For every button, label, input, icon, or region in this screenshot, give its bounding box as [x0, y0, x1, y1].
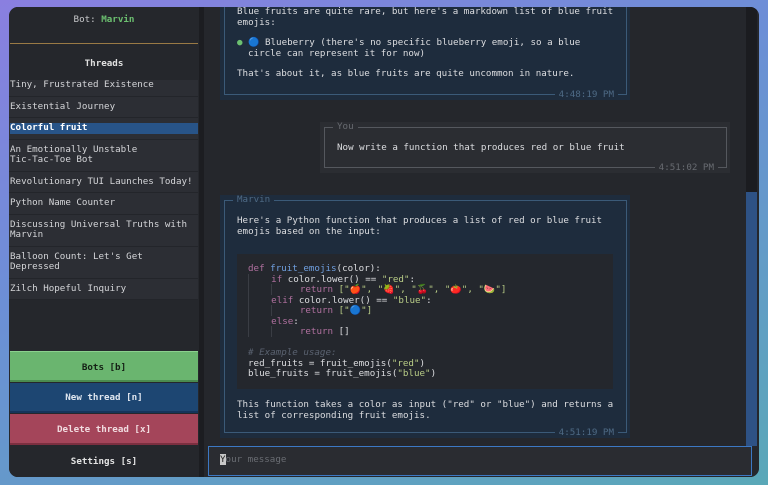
divider	[10, 43, 198, 44]
bot-indicator: Bot: Marvin	[73, 14, 135, 25]
new-thread-button[interactable]: New thread [n]	[10, 383, 198, 413]
thread-item[interactable]: Tiny, Frustrated Existence	[9, 79, 198, 97]
message-author: You	[333, 121, 358, 133]
message-marvin: 4:48:19 PM Blue fruits are quite rare, b…	[220, 7, 630, 100]
message-marvin: Marvin 4:51:19 PM Here's a Python functio…	[220, 194, 630, 438]
message-text: Here's a Python function that produces a…	[237, 215, 603, 237]
threads-heading: Threads	[84, 58, 124, 69]
app-window: Bot: Marvin Threads Tiny, Frustrated Exi…	[9, 7, 759, 477]
settings-button[interactable]: Settings [s]	[10, 446, 198, 477]
message-you: You 4:51:02 PM Now write a function that …	[320, 121, 730, 173]
thread-item-selected[interactable]: Colorful fruit	[9, 118, 198, 140]
scrollbar-thumb[interactable]	[746, 192, 757, 446]
thread-list[interactable]: Tiny, Frustrated Existence Existential J…	[9, 79, 198, 300]
message-timestamp: 4:51:02 PM	[654, 162, 718, 173]
list-item: ● 🔵 Blueberry (there's no specific bluebe…	[237, 37, 581, 59]
message-text: Blue fruits are quite rare, but here's a…	[237, 7, 614, 28]
thread-item[interactable]: Zilch Hopeful Inquiry	[9, 279, 198, 300]
thread-item[interactable]: Python Name Counter	[9, 193, 198, 215]
message-timestamp: 4:51:19 PM	[554, 427, 618, 438]
message-input[interactable]: Your message	[208, 446, 752, 476]
thread-item[interactable]: Discussing Universal Truths with Marvin	[9, 215, 198, 247]
bots-button[interactable]: Bots [b]	[10, 351, 198, 382]
message-text: That's about it, as blue fruits are quit…	[237, 68, 575, 79]
delete-thread-button[interactable]: Delete thread [x]	[10, 414, 198, 445]
bot-name: Marvin	[101, 14, 135, 25]
message-timestamp: 4:48:19 PM	[554, 89, 618, 100]
message-text: Now write a function that produces red o…	[337, 142, 625, 153]
thread-item[interactable]: Balloon Count: Let's Get Depressed	[9, 247, 198, 279]
input-placeholder: our message	[225, 454, 287, 465]
bullet-icon: ●	[237, 37, 243, 48]
message-author: Marvin	[233, 194, 275, 206]
chat-area: 4:48:19 PM Blue fruits are quite rare, b…	[204, 7, 759, 477]
thread-item[interactable]: Existential Journey	[9, 97, 198, 118]
thread-item[interactable]: An Emotionally Unstable Tic-Tac-Toe Bot	[9, 140, 198, 172]
sidebar: Bot: Marvin Threads Tiny, Frustrated Exi…	[9, 7, 199, 477]
thread-item[interactable]: Revolutionary TUI Launches Today!	[9, 172, 198, 193]
code-block: def fruit_emojis(color): if color.lower(…	[237, 254, 613, 389]
scrollbar[interactable]	[746, 7, 757, 446]
message-text: This function takes a color as input ("r…	[237, 399, 614, 421]
